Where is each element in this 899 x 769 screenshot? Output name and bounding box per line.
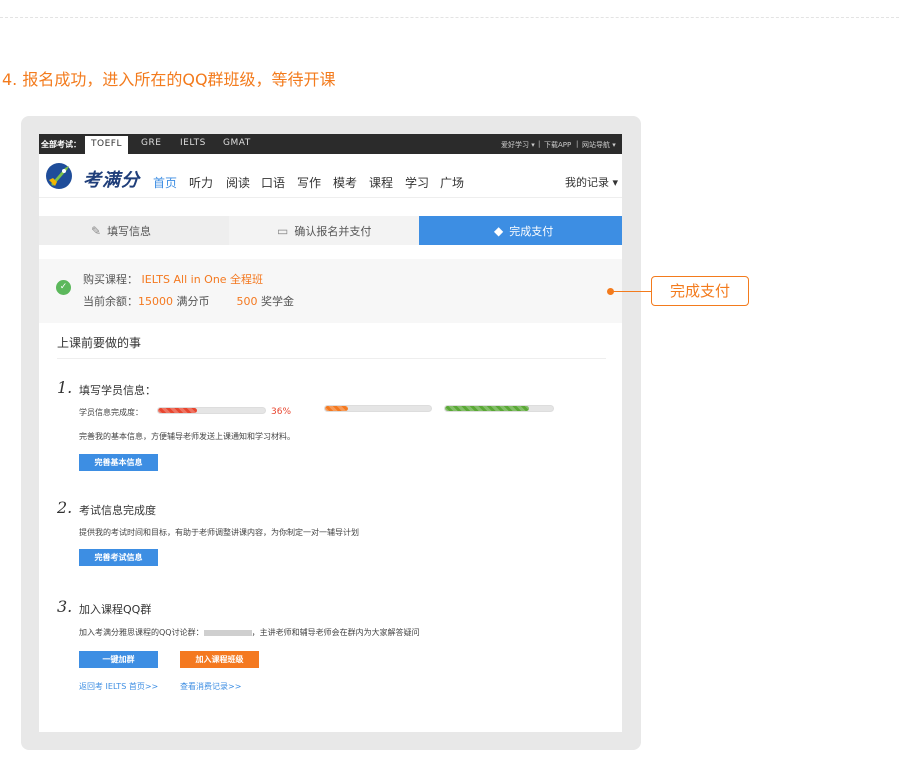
section3-desc: 加入考满分雅思课程的QQ讨论群： ，主讲老师和辅导老师会在群内为大家解答疑问	[79, 627, 420, 638]
section1-desc: 完善我的基本信息，方便辅导老师发送上课通知和学习材料。	[79, 432, 295, 441]
step-label: 完成支付	[509, 224, 554, 238]
step-payment-complete: ◆ 完成支付	[419, 216, 622, 245]
progress-percent: 36%	[271, 407, 292, 417]
site-nav-link[interactable]: 网站导航 ▾	[582, 140, 616, 150]
bar-divider: |	[538, 140, 541, 148]
exam-tab-toefl[interactable]: TOEFL	[85, 136, 128, 154]
brand-logo[interactable]: 考满分	[83, 166, 140, 192]
exam-tab-ielts[interactable]: IELTS	[180, 138, 206, 148]
step-number-2: 2.	[57, 498, 73, 517]
eraser-icon: ◆	[494, 223, 504, 238]
course-label: 购买课程：	[83, 273, 138, 286]
progress-bar-green	[444, 405, 554, 412]
complete-basic-info-button[interactable]: 完善基本信息	[79, 454, 158, 471]
nav-plaza[interactable]: 广场	[440, 174, 464, 191]
nav-speaking[interactable]: 口语	[261, 174, 285, 191]
progress-fill	[445, 406, 530, 411]
hobby-study-link[interactable]: 爱好学习 ▾	[501, 140, 535, 150]
top-divider	[0, 17, 899, 18]
exam-tab-gmat[interactable]: GMAT	[223, 138, 251, 148]
progress-label: 学员信息完成度：	[79, 408, 143, 417]
course-name: IELTS All in One 全程班	[141, 273, 264, 286]
nav-mock-test[interactable]: 模考	[333, 174, 357, 191]
nav-study[interactable]: 学习	[405, 174, 429, 191]
join-class-button[interactable]: 加入课程班级	[180, 651, 259, 668]
nav-courses[interactable]: 课程	[369, 174, 393, 191]
scholarship-unit: 奖学金	[261, 295, 294, 308]
section2-title: 考试信息完成度	[79, 504, 156, 517]
progress-fill	[325, 406, 349, 411]
section2-desc: 提供我的考试时间和目标，有助于老师调整讲课内容，为你制定一对一辅导计划	[79, 528, 359, 537]
bar-divider: |	[576, 140, 579, 148]
join-group-button[interactable]: 一键加群	[79, 651, 158, 668]
section3-title: 加入课程QQ群	[79, 603, 152, 616]
step-label: 确认报名并支付	[294, 224, 372, 238]
progress-bar-red	[157, 407, 266, 414]
step-confirm-pay: ▭ 确认报名并支付	[229, 216, 439, 245]
coin-unit: 满分币	[176, 295, 210, 308]
complete-exam-info-button[interactable]: 完善考试信息	[79, 549, 158, 566]
step-heading: 4. 报名成功，进入所在的QQ群班级，等待开课	[2, 70, 336, 89]
todo-title: 上课前要做的事	[57, 336, 142, 350]
rocket-logo-icon[interactable]	[43, 160, 75, 190]
edit-icon: ✎	[91, 223, 102, 238]
nav-home[interactable]: 首页	[153, 174, 177, 191]
nav-reading[interactable]: 阅读	[226, 174, 250, 191]
check-icon: ✓	[56, 280, 71, 295]
balance-line: 当前余额：15000 满分币 500 奖学金	[83, 293, 294, 309]
blurred-qq-number	[203, 629, 252, 636]
callout-line	[613, 291, 652, 292]
exam-tab-gre[interactable]: GRE	[141, 138, 161, 148]
download-app-link[interactable]: 下载APP	[544, 140, 571, 150]
step-label: 填写信息	[107, 224, 152, 238]
qq-desc-prefix: 加入考满分雅思课程的QQ讨论群：	[79, 628, 204, 637]
section1-title: 填写学员信息：	[79, 384, 156, 397]
back-to-ielts-link[interactable]: 返回考 IELTS 首页>>	[79, 681, 158, 692]
exam-bar: 全部考试： TOEFL GRE IELTS GMAT 爱好学习 ▾ | 下载AP…	[39, 134, 622, 154]
payment-complete-callout: 完成支付	[651, 276, 749, 306]
nav-listening[interactable]: 听力	[189, 174, 213, 191]
step-number-1: 1.	[57, 378, 73, 397]
card-icon: ▭	[277, 223, 289, 238]
qq-desc-suffix: ，主讲老师和辅导老师会在群内为大家解答疑问	[251, 628, 420, 637]
progress-bar-orange	[324, 405, 432, 412]
exam-label: 全部考试：	[41, 140, 81, 149]
scholarship-amount: 500	[236, 295, 258, 308]
site-screenshot: 全部考试： TOEFL GRE IELTS GMAT 爱好学习 ▾ | 下载AP…	[39, 134, 622, 732]
nav-writing[interactable]: 写作	[297, 174, 321, 191]
coin-balance: 15000	[138, 295, 173, 308]
divider	[57, 358, 606, 359]
course-line: 购买课程： IELTS All in One 全程班	[83, 271, 263, 287]
main-nav: 考满分 首页 听力 阅读 口语 写作 模考 课程 学习 广场 我的记录 ▾	[39, 154, 622, 198]
progress-fill	[158, 408, 197, 413]
my-records-menu[interactable]: 我的记录 ▾	[565, 174, 618, 190]
step-fill-info: ✎ 填写信息	[39, 216, 239, 245]
step-number-3: 3.	[57, 597, 73, 616]
view-records-link[interactable]: 查看消费记录>>	[180, 681, 241, 692]
progress-stepper: ✎ 填写信息 ▭ 确认报名并支付 ◆ 完成支付	[39, 216, 622, 245]
balance-label: 当前余额：	[83, 295, 138, 308]
purchase-summary: ✓ 购买课程： IELTS All in One 全程班 当前余额：15000 …	[39, 259, 622, 323]
